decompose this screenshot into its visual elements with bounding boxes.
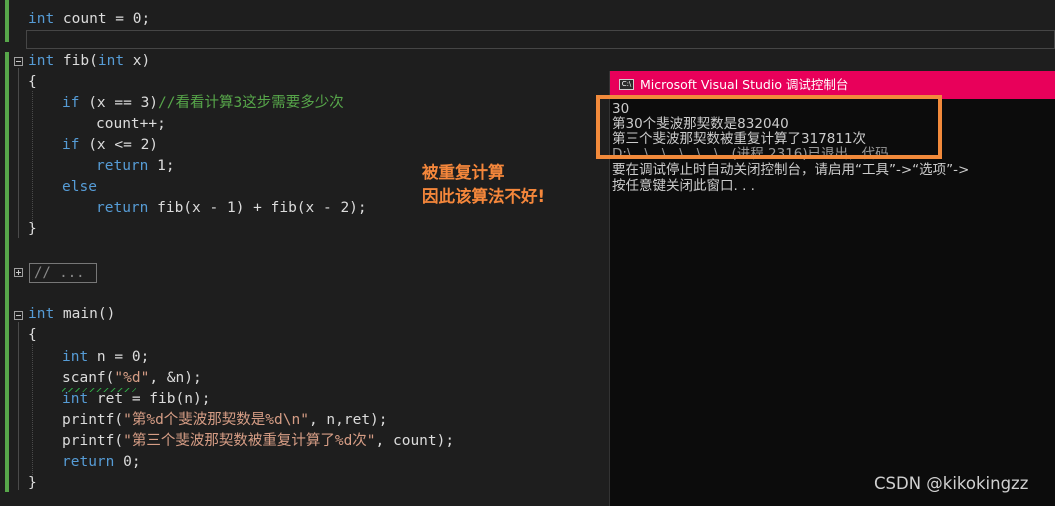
return-line-2[interactable]: return fib(x - 1) + fib(x - 2);: [96, 198, 367, 219]
main-signature[interactable]: int main(): [28, 304, 115, 325]
watermark: CSDN @kikokingzz: [874, 474, 1029, 493]
console-output-line: 按任意键关闭此窗口. . .: [612, 178, 755, 194]
indent-guide: [32, 344, 33, 477]
code-editor[interactable]: int count = 0; int fib(int x) { if (x ==…: [0, 0, 1055, 506]
annotation-line-1: 被重复计算: [422, 163, 505, 182]
if-line-1[interactable]: if (x == 3)//看看计算3这步需要多少次: [62, 93, 344, 114]
main-line-ret[interactable]: int ret = fib(n);: [62, 389, 210, 410]
close-brace: }: [28, 221, 37, 237]
count-increment[interactable]: count++;: [96, 114, 166, 135]
highlight-box: [596, 95, 942, 159]
main-line-return[interactable]: return 0;: [62, 452, 141, 473]
fold-line: [18, 68, 19, 238]
main-open-brace: {: [28, 327, 37, 343]
indent-guide: [32, 91, 33, 224]
open-brace: {: [28, 74, 37, 90]
main-line-scanf[interactable]: scanf("%d", &n);: [62, 368, 202, 389]
expand-toggle[interactable]: [14, 268, 23, 277]
fold-line: [18, 322, 19, 490]
main-line-printf-1[interactable]: printf("第%d个斐波那契数是%d\n", n,ret);: [62, 410, 388, 431]
fold-toggle-main[interactable]: [14, 311, 23, 320]
current-line-highlight: [26, 30, 1055, 49]
return-line-1[interactable]: return 1;: [96, 156, 175, 177]
main-line-printf-2[interactable]: printf("第三个斐波那契数被重复计算了%d次", count);: [62, 431, 454, 452]
main-line-n[interactable]: int n = 0;: [62, 347, 149, 368]
fib-signature[interactable]: int fib(int x): [28, 51, 150, 72]
annotation-line-2: 因此该算法不好!: [422, 187, 546, 206]
if-line-2[interactable]: if (x <= 2): [62, 135, 158, 156]
console-output-line: 要在调试停止时自动关闭控制台，请启用“工具”->“选项”->: [612, 162, 970, 178]
else-line[interactable]: else: [62, 177, 97, 198]
fold-toggle-fib[interactable]: [14, 57, 23, 66]
code-line-1[interactable]: int count = 0;: [28, 9, 150, 30]
main-close-brace: }: [28, 475, 37, 491]
collapsed-region[interactable]: // ...: [29, 263, 97, 283]
console-app-icon: C:\: [619, 79, 634, 90]
